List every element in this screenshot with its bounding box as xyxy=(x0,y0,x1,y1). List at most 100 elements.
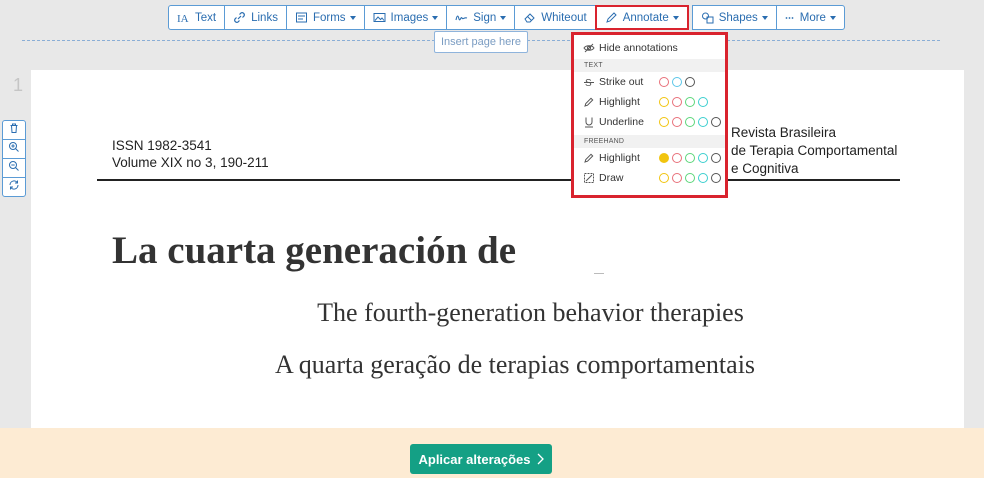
journal-name: Revista Brasileira de Terapia Comportame… xyxy=(731,124,897,178)
color-red-swatch[interactable] xyxy=(672,173,682,183)
ellipsis-icon xyxy=(785,11,795,24)
links-tool-label: Links xyxy=(251,11,278,24)
zoom-in-icon xyxy=(8,140,20,158)
annotate-dropdown-menu: Hide annotations TEXT S Strike out Highl… xyxy=(571,32,728,198)
sign-tool-button[interactable]: Sign xyxy=(446,5,516,30)
trash-icon xyxy=(8,121,20,139)
eraser-icon xyxy=(523,11,536,24)
color-green-swatch[interactable] xyxy=(685,173,695,183)
shapes-icon xyxy=(701,11,714,24)
highlight-color-swatches xyxy=(659,97,711,107)
underline-label: Underline xyxy=(599,116,644,128)
color-yellow-swatch-selected[interactable] xyxy=(659,153,669,163)
chevron-down-icon xyxy=(500,15,507,20)
hide-annotations-label: Hide annotations xyxy=(599,42,678,54)
color-yellow-swatch[interactable] xyxy=(659,173,669,183)
pencil-icon xyxy=(583,152,595,164)
underline-item[interactable]: Underline xyxy=(574,112,725,132)
form-icon xyxy=(295,11,308,24)
highlight-text-item[interactable]: Highlight xyxy=(574,92,725,112)
shapes-tool-button[interactable]: Shapes xyxy=(691,5,777,30)
chevron-down-icon xyxy=(432,15,439,20)
document-title: La cuarta generación de xyxy=(112,229,517,272)
more-tool-label: More xyxy=(799,11,826,24)
strike-color-swatches xyxy=(659,77,698,87)
eye-slash-icon xyxy=(583,42,595,54)
hide-annotations-item[interactable]: Hide annotations xyxy=(574,37,725,59)
color-red-swatch[interactable] xyxy=(672,97,682,107)
color-yellow-swatch[interactable] xyxy=(659,97,669,107)
zoom-in-button[interactable] xyxy=(2,139,26,159)
color-green-swatch[interactable] xyxy=(685,97,695,107)
color-black-swatch[interactable] xyxy=(711,153,721,163)
chevron-down-icon xyxy=(672,15,679,20)
links-tool-button[interactable]: Links xyxy=(224,5,287,30)
text-cursor-mark xyxy=(594,273,604,274)
signature-icon xyxy=(455,11,468,24)
color-black-swatch[interactable] xyxy=(685,77,695,87)
images-tool-button[interactable]: Images xyxy=(363,5,448,30)
color-black-swatch[interactable] xyxy=(711,173,721,183)
underline-color-swatches xyxy=(659,117,724,127)
color-green-swatch[interactable] xyxy=(685,117,695,127)
journal-line-3: e Cognitiva xyxy=(731,161,799,176)
link-icon xyxy=(233,11,246,24)
subtitle-portuguese: A quarta geração de terapias comportamen… xyxy=(274,350,756,379)
draw-label: Draw xyxy=(599,172,624,184)
apply-changes-label: Aplicar alterações xyxy=(418,451,531,467)
color-teal-swatch[interactable] xyxy=(698,153,708,163)
insert-page-button[interactable]: Insert page here xyxy=(434,31,528,53)
forms-tool-button[interactable]: Forms xyxy=(285,5,365,30)
main-toolbar: IA Text Links Forms Images Sign Whiteout… xyxy=(168,5,845,30)
whiteout-tool-label: Whiteout xyxy=(541,11,587,24)
delete-page-button[interactable] xyxy=(2,120,26,140)
pdf-page[interactable]: ISSN 1982-3541 Volume XIX no 3, 190-211 … xyxy=(31,70,964,450)
page-number: 1 xyxy=(13,75,24,95)
annotate-tool-button[interactable]: Annotate xyxy=(594,5,689,30)
color-red-swatch[interactable] xyxy=(672,153,682,163)
underline-icon xyxy=(583,116,595,128)
color-teal-swatch[interactable] xyxy=(698,117,708,127)
color-black-swatch[interactable] xyxy=(711,117,721,127)
strike-out-item[interactable]: S Strike out xyxy=(574,72,725,92)
strike-out-label: Strike out xyxy=(599,76,644,88)
zoom-out-button[interactable] xyxy=(2,158,26,178)
color-teal-swatch[interactable] xyxy=(698,173,708,183)
draw-item[interactable]: Draw xyxy=(574,168,725,188)
chevron-down-icon xyxy=(761,15,768,20)
image-icon xyxy=(373,11,386,24)
zoom-out-icon xyxy=(8,159,20,177)
sign-tool-label: Sign xyxy=(473,11,497,24)
header-rule xyxy=(97,179,900,181)
annotate-tool-label: Annotate xyxy=(622,11,669,24)
color-yellow-swatch[interactable] xyxy=(659,117,669,127)
color-green-swatch[interactable] xyxy=(685,153,695,163)
forms-tool-label: Forms xyxy=(312,11,346,24)
color-red-swatch[interactable] xyxy=(659,77,669,87)
freehand-highlight-color-swatches xyxy=(659,153,724,163)
issn-block: ISSN 1982-3541 Volume XIX no 3, 190-211 xyxy=(112,137,269,171)
rotate-page-button[interactable] xyxy=(2,177,26,197)
apply-changes-button[interactable]: Aplicar alterações xyxy=(410,444,552,474)
journal-line-1: Revista Brasileira xyxy=(731,125,837,140)
issn-text: ISSN 1982-3541 xyxy=(112,138,212,153)
bottom-action-bar: Aplicar alterações xyxy=(0,428,984,478)
more-tool-button[interactable]: More xyxy=(775,5,845,30)
chevron-right-icon xyxy=(537,453,544,465)
whiteout-tool-button[interactable]: Whiteout xyxy=(514,5,596,30)
page-side-tools xyxy=(2,120,26,197)
draw-color-swatches xyxy=(659,173,724,183)
highlight-text-label: Highlight xyxy=(599,96,640,108)
freehand-highlight-label: Highlight xyxy=(599,152,640,164)
chevron-down-icon xyxy=(829,15,836,20)
svg-text:IA: IA xyxy=(177,13,189,24)
color-red-swatch[interactable] xyxy=(672,117,682,127)
color-blue-swatch[interactable] xyxy=(672,77,682,87)
draw-icon xyxy=(583,172,595,184)
shapes-tool-label: Shapes xyxy=(718,11,758,24)
color-teal-swatch[interactable] xyxy=(698,97,708,107)
text-section-header: TEXT xyxy=(574,59,725,72)
freehand-highlight-item[interactable]: Highlight xyxy=(574,148,725,168)
freehand-section-header: FREEHAND xyxy=(574,135,725,148)
text-tool-button[interactable]: IA Text xyxy=(168,5,226,30)
